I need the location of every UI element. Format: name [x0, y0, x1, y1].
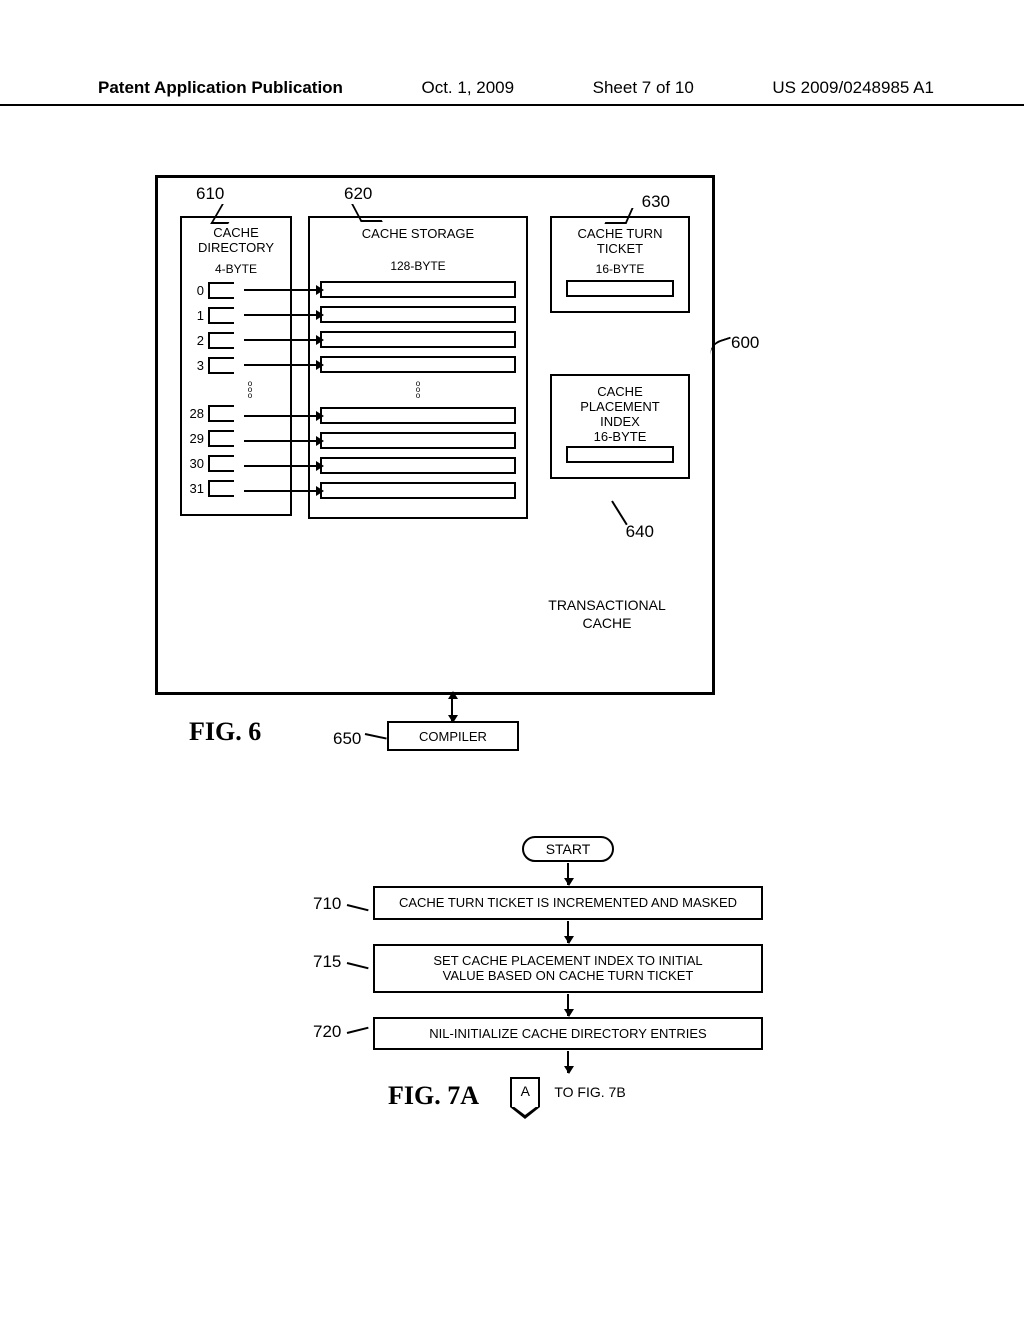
- arrow-down-icon: [567, 921, 569, 943]
- cache-storage-block: CACHE STORAGE 128-BYTE ooo: [308, 216, 528, 519]
- leader-710: [347, 904, 369, 911]
- arrow-down-icon: [567, 994, 569, 1016]
- pub-type: Patent Application Publication: [98, 78, 343, 98]
- storage-row: [320, 281, 516, 298]
- dir-cell: [208, 357, 234, 374]
- storage-row: [320, 356, 516, 373]
- cache-turn-title-l1: CACHE TURN: [578, 226, 663, 241]
- leader-715: [347, 962, 369, 969]
- cache-storage-title: CACHE STORAGE: [320, 226, 516, 241]
- dir-cell: [208, 307, 234, 324]
- start-terminator: START: [522, 836, 615, 862]
- cache-directory-title-l2: DIRECTORY: [198, 240, 274, 255]
- cache-turn-register: [566, 280, 674, 297]
- transactional-cache-box: 610 620 630 CACHE DIRECTORY 4-BYTE 0 1 2…: [155, 175, 715, 695]
- sheet-count: Sheet 7 of 10: [593, 78, 694, 98]
- ref-715: 715: [313, 952, 341, 972]
- page-header: Patent Application Publication Oct. 1, 2…: [0, 78, 1024, 106]
- ref-630: 630: [642, 192, 670, 212]
- flow-step-715: 715 SET CACHE PLACEMENT INDEX TO INITIAL…: [373, 944, 763, 993]
- dir-idx: 28: [186, 406, 208, 421]
- offpage-letter: A: [521, 1083, 530, 1099]
- ref-720: 720: [313, 1022, 341, 1042]
- arrow-down-icon: [567, 863, 569, 885]
- flow-step-720: 720 NIL-INITIALIZE CACHE DIRECTORY ENTRI…: [373, 1017, 763, 1051]
- flow-step-710: 710 CACHE TURN TICKET IS INCREMENTED AND…: [373, 886, 763, 920]
- dir-idx: 2: [186, 333, 208, 348]
- arrow-down-icon: [567, 1051, 569, 1073]
- storage-row: [320, 331, 516, 348]
- flow-step-text: NIL-INITIALIZE CACHE DIRECTORY ENTRIES: [429, 1026, 706, 1041]
- dir-cell: [208, 405, 234, 422]
- cache-turn-title-l2: TICKET: [597, 241, 643, 256]
- figure-6: 610 620 630 CACHE DIRECTORY 4-BYTE 0 1 2…: [155, 175, 775, 695]
- dir-idx: 3: [186, 358, 208, 373]
- cache-placement-index-block: CACHE PLACEMENT INDEX 16-BYTE: [550, 374, 690, 479]
- dir-cell: [208, 430, 234, 447]
- cache-turn-title: CACHE TURN TICKET: [562, 226, 678, 256]
- dir-row: 31: [186, 479, 286, 499]
- cache-storage-width: 128-BYTE: [320, 259, 516, 273]
- dir-cell: [208, 282, 234, 299]
- leader-640: [611, 500, 628, 525]
- ref-640: 640: [626, 522, 654, 542]
- ref-715-num: 715: [313, 952, 341, 971]
- figure-6-label: FIG. 6: [189, 717, 261, 747]
- dir-row: 28: [186, 404, 286, 424]
- cache-directory-title: CACHE DIRECTORY: [186, 226, 286, 256]
- dir-row: 29: [186, 429, 286, 449]
- storage-row: [320, 407, 516, 424]
- ref-720-num: 720: [313, 1022, 341, 1041]
- dir-idx: 0: [186, 283, 208, 298]
- cache-turn-width: 16-BYTE: [562, 262, 678, 276]
- dir-idx: 29: [186, 431, 208, 446]
- ref-710: 710: [313, 894, 341, 914]
- offpage-connector-icon: A: [510, 1077, 540, 1107]
- compiler-block: COMPILER: [387, 721, 519, 751]
- cache-place-title-l3: INDEX: [600, 414, 640, 429]
- storage-row: [320, 482, 516, 499]
- ref-650: 650: [333, 729, 361, 749]
- flow-step-text: SET CACHE PLACEMENT INDEX TO INITIAL VAL…: [433, 953, 702, 984]
- cache-place-title: CACHE PLACEMENT INDEX: [562, 384, 678, 429]
- transactional-cache-label: TRANSACTIONAL CACHE: [532, 597, 682, 632]
- cache-place-title-l2: PLACEMENT: [580, 399, 659, 414]
- figure-7a: START 710 CACHE TURN TICKET IS INCREMENT…: [288, 836, 848, 1107]
- dir-cell: [208, 480, 234, 497]
- ellipsis-icon: ooo: [320, 381, 516, 399]
- cache-place-width: 16-BYTE: [562, 429, 678, 444]
- transactional-cache-label-l1: TRANSACTIONAL: [548, 597, 665, 613]
- leader-720: [347, 1027, 369, 1034]
- dir-cell: [208, 332, 234, 349]
- bidirectional-arrow-icon: [451, 693, 453, 721]
- figure-7a-label: FIG. 7A: [388, 1081, 479, 1111]
- offpage-row: A TO FIG. 7B: [510, 1077, 625, 1107]
- storage-row: [320, 306, 516, 323]
- to-fig-7b-label: TO FIG. 7B: [554, 1084, 625, 1100]
- dir-idx: 30: [186, 456, 208, 471]
- pub-number: US 2009/0248985 A1: [772, 78, 934, 98]
- dir-idx: 31: [186, 481, 208, 496]
- flowchart: START 710 CACHE TURN TICKET IS INCREMENT…: [288, 836, 848, 1107]
- dir-cell: [208, 455, 234, 472]
- flow-step-text: CACHE TURN TICKET IS INCREMENTED AND MAS…: [399, 895, 737, 910]
- ref-620: 620: [344, 184, 372, 204]
- ellipsis-icon: ooo: [214, 381, 286, 399]
- transactional-cache-label-l2: CACHE: [582, 615, 631, 631]
- cache-directory-title-l1: CACHE: [213, 225, 259, 240]
- storage-row: [320, 432, 516, 449]
- ref-610: 610: [196, 184, 224, 204]
- cache-place-register: [566, 446, 674, 463]
- pub-date: Oct. 1, 2009: [421, 78, 514, 98]
- cache-directory-width: 4-BYTE: [186, 262, 286, 276]
- cache-place-title-l1: CACHE: [597, 384, 643, 399]
- dir-idx: 1: [186, 308, 208, 323]
- cache-turn-ticket-block: CACHE TURN TICKET 16-BYTE: [550, 216, 690, 313]
- ref-710-num: 710: [313, 894, 341, 913]
- ref-600: 600: [731, 333, 759, 353]
- leader-650: [365, 733, 387, 740]
- dir-row: 30: [186, 454, 286, 474]
- storage-row: [320, 457, 516, 474]
